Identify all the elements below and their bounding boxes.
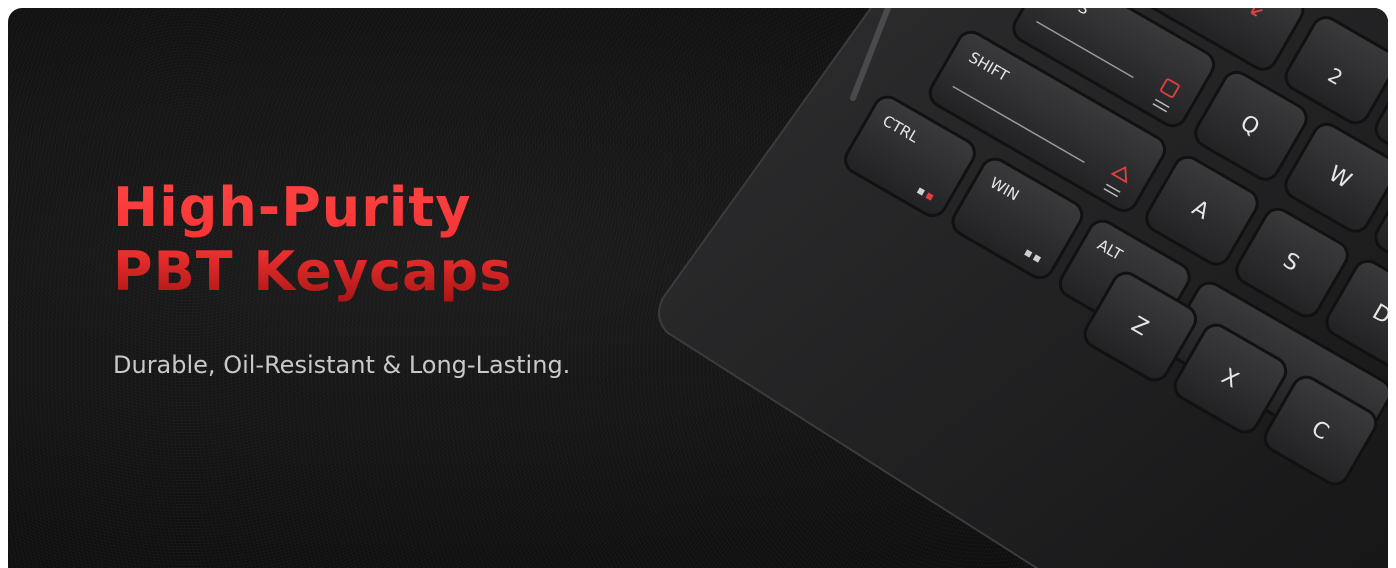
- product-banner: CAPS SHIFT CTRL: [8, 8, 1388, 568]
- subtitle: Durable, Oil-Resistant & Long-Lasting.: [113, 351, 571, 379]
- headline-line-1: High-Purity: [113, 176, 472, 239]
- headline: High-Purity PBT Keycaps: [113, 176, 512, 304]
- headline-line-2: PBT Keycaps: [113, 240, 513, 303]
